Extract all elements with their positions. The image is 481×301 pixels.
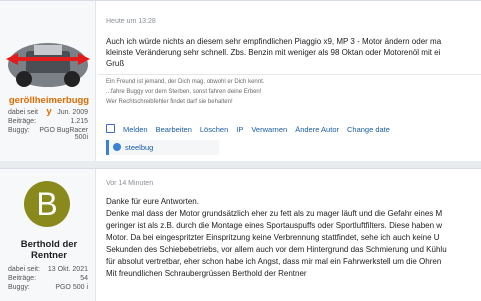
username[interactable]: Berthold der Rentner — [3, 239, 95, 261]
username-line: Rentner — [31, 250, 67, 261]
username-line: geröllheimerbugg — [8, 95, 90, 106]
signature-line: Ein Freund ist jemand, der Dich mag, obw… — [106, 79, 265, 85]
stat-value: PGO 500 i — [55, 284, 88, 291]
change-author-link[interactable]: Ändere Autor — [295, 125, 339, 134]
post-text-line: geringer ist als z.B. durch die Montage … — [106, 221, 443, 230]
ip-link[interactable]: IP — [236, 125, 243, 134]
edit-link[interactable]: Bearbeiten — [156, 125, 192, 134]
signature-divider — [98, 74, 481, 75]
stat-key: Beiträge: — [8, 118, 37, 125]
stat-value: 1.215 — [70, 118, 88, 125]
post-text-line: kleinste Veränderung sehr schnell. Zbs. … — [106, 48, 441, 57]
avatar[interactable] — [4, 31, 92, 91]
post-content: Heute um 13:28 Auch ich würde nichts an … — [98, 1, 481, 161]
stat-key: dabei seit: — [8, 266, 40, 273]
select-checkbox[interactable] — [106, 124, 115, 133]
delete-link[interactable]: Löschen — [200, 125, 228, 134]
stat-value: Jun. 2009 — [57, 109, 88, 116]
like-user-link[interactable]: steelbug — [125, 143, 153, 152]
warn-link[interactable]: Verwarnen — [251, 125, 287, 134]
post: B Berthold der Rentner dabei seit: 13 Ok… — [0, 168, 481, 301]
user-panel: B Berthold der Rentner dabei seit: 13 Ok… — [0, 169, 96, 301]
stat-value: PGO BugRacer 500i — [39, 127, 88, 141]
stat-key: Buggy: — [8, 284, 30, 291]
post-actions: Melden Bearbeiten Löschen IP Verwarnen Ändere… — [106, 124, 398, 134]
post-timestamp[interactable]: Heute um 13:28 — [106, 18, 156, 25]
post-content: Vor 14 Minuten Danke für eure Antworten.… — [98, 169, 481, 301]
username-line: Berthold der — [20, 239, 78, 250]
post-text-line: Gruß — [106, 59, 125, 68]
post-text-line: Motor. Da bei eingespritzter Einspritzun… — [106, 233, 440, 242]
post-text-line: Denke mal dass der Motor grundsätzlich e… — [106, 209, 443, 218]
like-icon — [113, 143, 121, 151]
stat-key: dabei seit — [8, 109, 38, 116]
report-link[interactable]: Melden — [123, 125, 148, 134]
stat-key: Beiträge: — [8, 275, 37, 282]
stat-buggy: Buggy: PGO BugRacer 500i — [8, 127, 88, 147]
stat-value: 13 Okt. 2021 — [47, 266, 88, 273]
avatar[interactable]: B — [24, 181, 70, 227]
user-panel: geröllheimerbugg y dabei seit Jun. 2009 … — [0, 1, 96, 161]
post-text-line: für absolut vertretbar, eher schon habe … — [106, 257, 442, 266]
likes-bar: steelbug — [106, 140, 219, 155]
avatar-letter: B — [36, 186, 58, 222]
signature-line: Wer Rechtschreibfehler findet darf sie b… — [106, 99, 233, 105]
signature-line: ...fahre Buggy vor dem Sterben, sonst fa… — [106, 89, 262, 95]
change-date-link[interactable]: Change date — [347, 125, 390, 134]
stat-key: Buggy: — [8, 127, 30, 134]
post-text-line: Auch ich würde nichts an diesem sehr emp… — [106, 37, 442, 46]
post-text-line: Sekunden des Schiebebetriebs, vor allem … — [106, 245, 447, 254]
post-text-line: Danke für eure Antworten. — [106, 197, 199, 206]
post-timestamp[interactable]: Vor 14 Minuten — [106, 180, 153, 187]
post-text-line: Mit freundlichen Schraubergrüssen Bertho… — [106, 269, 307, 278]
stat-value: 54 — [80, 275, 88, 282]
post: geröllheimerbugg y dabei seit Jun. 2009 … — [0, 0, 481, 161]
